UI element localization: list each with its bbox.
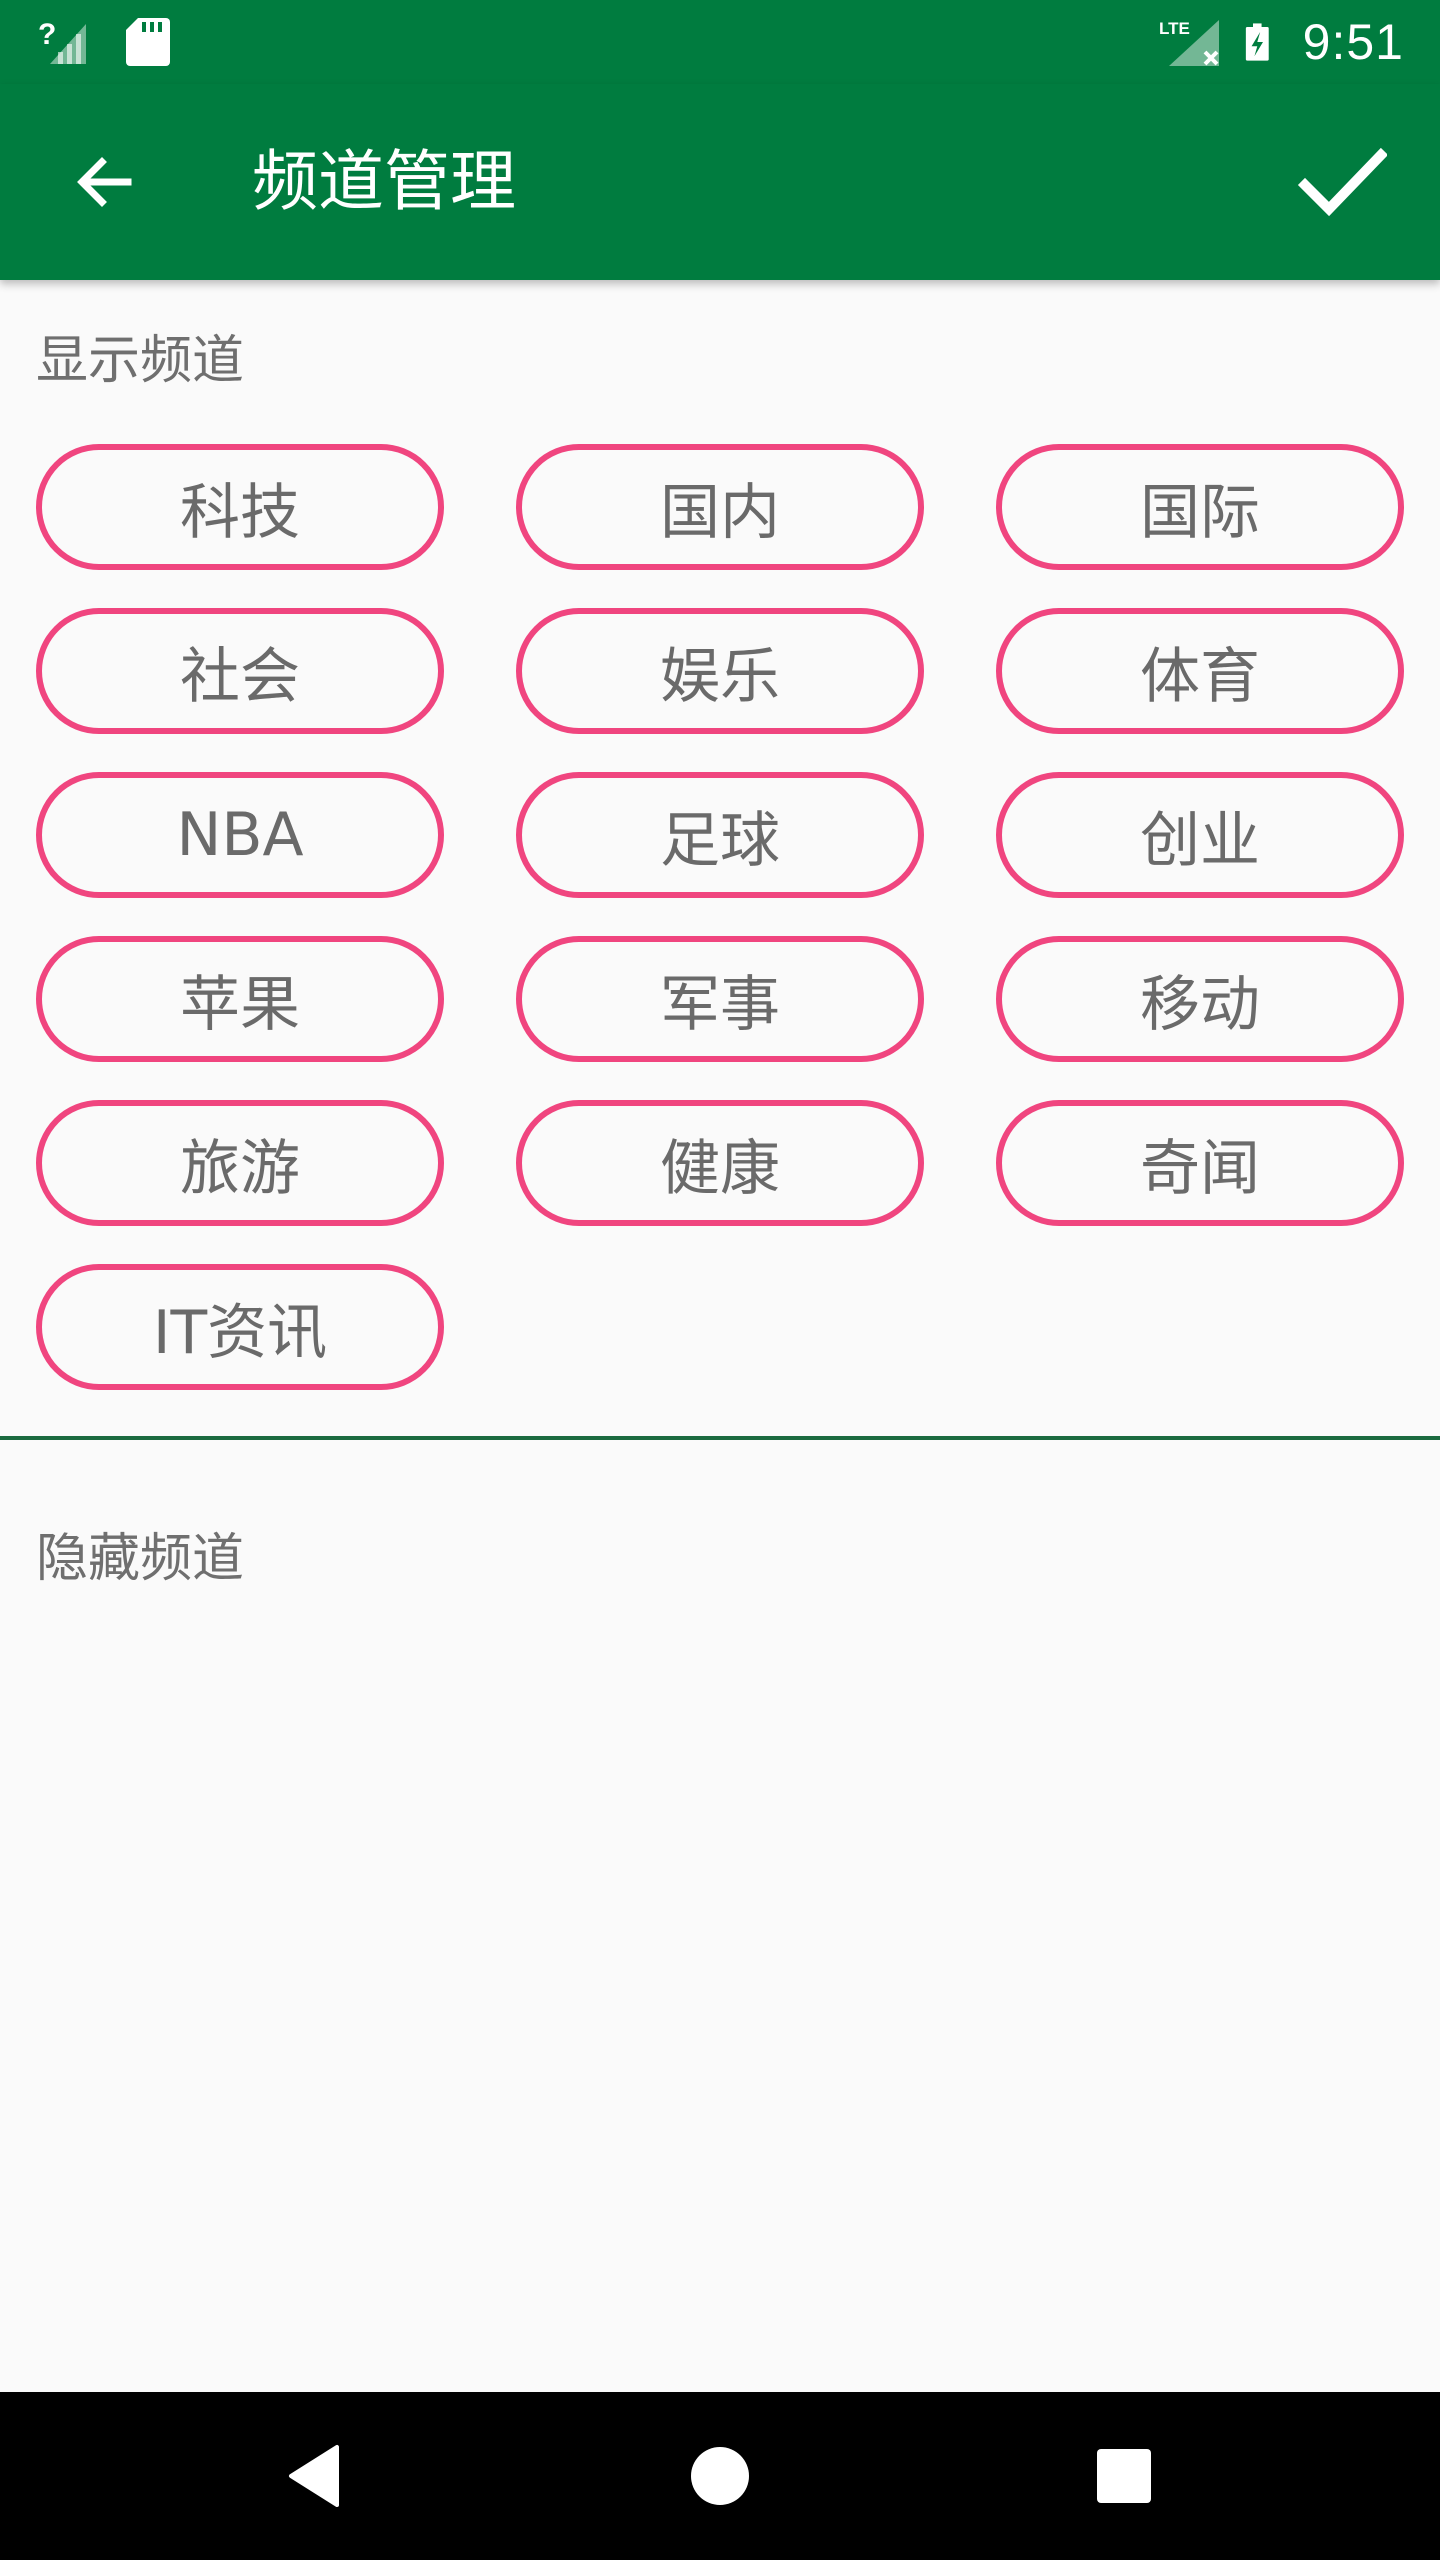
channel-chip-label: NBA xyxy=(176,800,304,870)
check-icon xyxy=(1297,147,1387,217)
nav-back-button[interactable] xyxy=(256,2416,376,2536)
nav-recents-square-icon xyxy=(1097,2449,1151,2503)
sd-card-icon xyxy=(126,18,170,66)
channel-chip[interactable]: 国际 xyxy=(996,444,1404,570)
svg-text:LTE: LTE xyxy=(1159,19,1190,38)
lte-signal-no-data-icon: LTE xyxy=(1159,19,1219,66)
nav-recents-button[interactable] xyxy=(1064,2416,1184,2536)
arrow-left-icon xyxy=(77,157,132,207)
channel-chip-label: 苹果 xyxy=(180,969,300,1040)
channel-chip[interactable]: 创业 xyxy=(996,772,1404,898)
section-divider xyxy=(0,1436,1440,1440)
status-bar-right: LTE 9:51 xyxy=(1159,0,1404,84)
channel-chip-label: 国内 xyxy=(660,477,780,548)
channel-chip-label: 体育 xyxy=(1140,641,1260,712)
channel-chip[interactable]: 娱乐 xyxy=(516,608,924,734)
channel-chip-label: IT资讯 xyxy=(152,1297,328,1368)
hidden-channels-label: 隐藏频道 xyxy=(36,1529,245,1589)
channel-chip[interactable]: 健康 xyxy=(516,1100,924,1226)
status-bar: ? LTE 9:51 xyxy=(0,0,1440,84)
signal-unknown-icon: ? xyxy=(38,18,86,64)
channel-chip-label: 足球 xyxy=(660,805,780,876)
shown-channels-label: 显示频道 xyxy=(36,331,245,391)
app-bar: 频道管理 xyxy=(0,84,1440,280)
status-time: 9:51 xyxy=(1302,14,1404,70)
channel-chip-label: 奇闻 xyxy=(1140,1133,1260,1204)
channel-chip-label: 旅游 xyxy=(180,1133,300,1204)
channel-chip-label: 移动 xyxy=(1140,969,1260,1040)
channel-chip[interactable]: 体育 xyxy=(996,608,1404,734)
channel-chip[interactable]: IT资讯 xyxy=(36,1264,444,1390)
nav-home-button[interactable] xyxy=(660,2416,780,2536)
channel-chip-label: 科技 xyxy=(180,477,300,548)
shown-channels-grid: 科技 国内 国际 社会 娱乐 体育 NBA 足球 创业 苹果 军事 移动 旅游 … xyxy=(36,444,1404,1390)
channel-chip[interactable]: 苹果 xyxy=(36,936,444,1062)
channel-chip[interactable]: 科技 xyxy=(36,444,444,570)
battery-charging-icon xyxy=(1245,23,1269,61)
status-bar-left: ? xyxy=(36,0,176,84)
back-button[interactable] xyxy=(56,134,152,230)
channel-chip-label: 娱乐 xyxy=(660,641,780,712)
channel-chip-label: 创业 xyxy=(1140,805,1260,876)
channel-chip[interactable]: 社会 xyxy=(36,608,444,734)
confirm-button[interactable] xyxy=(1284,124,1400,240)
channel-chip-label: 军事 xyxy=(660,969,780,1040)
channel-chip[interactable]: 奇闻 xyxy=(996,1100,1404,1226)
channel-chip-label: 社会 xyxy=(180,641,300,712)
hidden-channels-grid xyxy=(0,1620,1440,2390)
channel-chip-label: 国际 xyxy=(1140,477,1260,548)
svg-text:?: ? xyxy=(38,18,56,51)
navigation-bar xyxy=(0,2392,1440,2560)
channel-chip[interactable]: NBA xyxy=(36,772,444,898)
channel-chip[interactable]: 移动 xyxy=(996,936,1404,1062)
channel-chip[interactable]: 旅游 xyxy=(36,1100,444,1226)
channel-chip[interactable]: 军事 xyxy=(516,936,924,1062)
channel-chip[interactable]: 足球 xyxy=(516,772,924,898)
nav-home-circle-icon xyxy=(691,2447,749,2505)
channel-chip[interactable]: 国内 xyxy=(516,444,924,570)
nav-back-triangle-icon xyxy=(289,2445,339,2507)
page-title: 频道管理 xyxy=(252,143,516,220)
channel-management-screen: ? LTE 9:51 频道管理 显示频道 科技 国内 国际 社会 娱乐 体育 N… xyxy=(0,0,1440,2560)
channel-chip-label: 健康 xyxy=(660,1133,780,1204)
